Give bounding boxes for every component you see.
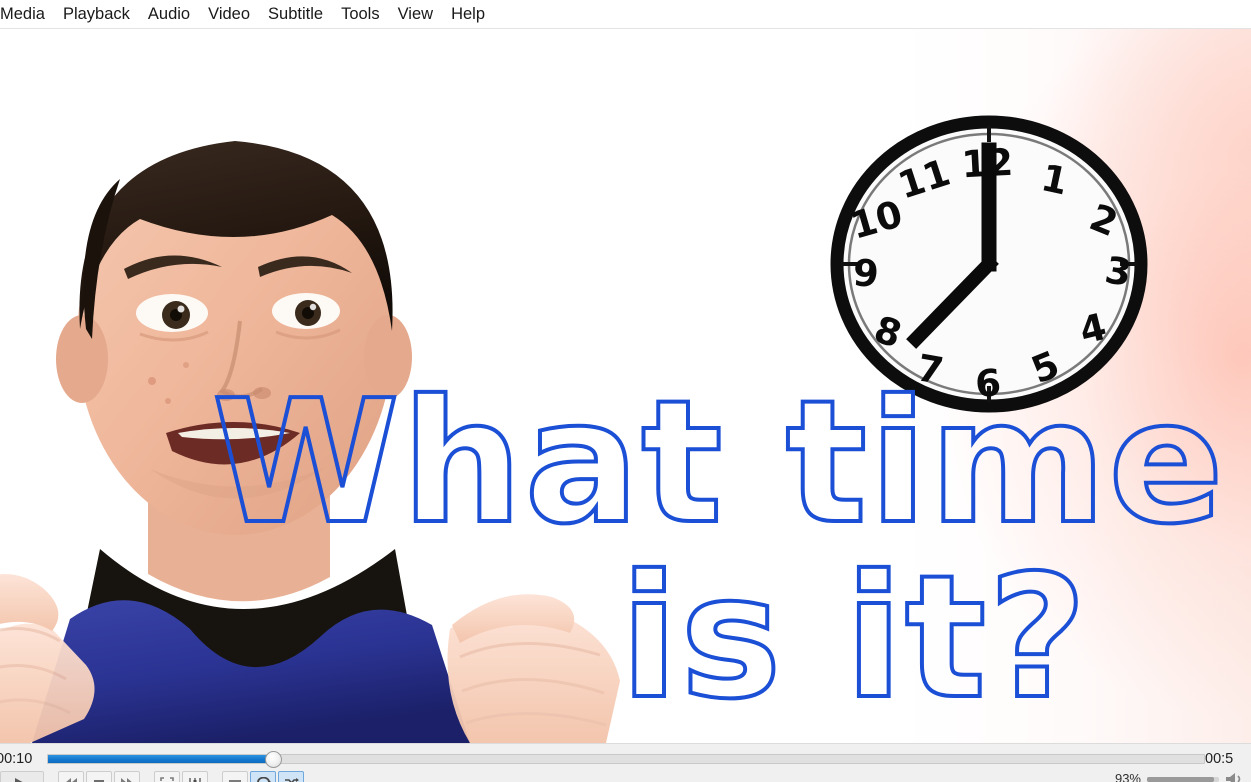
svg-text:9: 9 xyxy=(852,251,881,296)
seek-slider[interactable] xyxy=(47,750,1205,768)
speaker-icon[interactable] xyxy=(1225,771,1247,782)
wall-clock-graphic: 12 1 2 3 4 5 6 7 8 9 10 11 xyxy=(830,115,1148,413)
volume-percent-label: 93% xyxy=(1114,771,1141,782)
menu-item-subtitle[interactable]: Subtitle xyxy=(259,1,332,27)
next-icon xyxy=(121,778,132,782)
equalizer-icon xyxy=(189,778,201,782)
video-subject-person xyxy=(0,141,620,743)
stop-icon xyxy=(94,780,104,782)
menu-bar: Media Playback Audio Video Subtitle Tool… xyxy=(0,0,1251,29)
play-icon xyxy=(15,778,23,782)
menu-item-help[interactable]: Help xyxy=(442,1,494,27)
svg-text:6: 6 xyxy=(974,361,1003,406)
playlist-button[interactable] xyxy=(222,771,248,782)
elapsed-time-label[interactable]: 00:10 xyxy=(0,748,50,770)
player-control-bar: 00:10 00:5 93% xyxy=(0,743,1251,782)
video-display[interactable]: 12 1 2 3 4 5 6 7 8 9 10 11 What time is … xyxy=(0,29,1251,743)
seek-row: 00:10 00:5 xyxy=(0,748,1251,770)
menu-item-audio[interactable]: Audio xyxy=(139,1,199,27)
vlc-window: Media Playback Audio Video Subtitle Tool… xyxy=(0,0,1251,782)
volume-slider[interactable] xyxy=(1147,776,1219,782)
menu-item-tools[interactable]: Tools xyxy=(332,1,389,27)
random-button[interactable] xyxy=(278,771,304,782)
shuffle-icon xyxy=(284,778,299,782)
menu-item-view[interactable]: View xyxy=(389,1,442,27)
previous-button[interactable] xyxy=(58,771,84,782)
loop-icon xyxy=(256,777,271,782)
seek-progress-fill xyxy=(48,755,274,763)
play-pause-button[interactable] xyxy=(0,771,44,782)
fullscreen-button[interactable] xyxy=(154,771,180,782)
playlist-icon xyxy=(229,780,241,782)
extended-settings-button[interactable] xyxy=(182,771,208,782)
volume-controls: 93% xyxy=(1115,771,1247,782)
seek-slider-handle[interactable] xyxy=(265,750,283,768)
previous-icon xyxy=(66,778,77,782)
total-time-label[interactable]: 00:5 xyxy=(1205,748,1251,770)
volume-slider-fill xyxy=(1147,776,1214,782)
fullscreen-icon xyxy=(160,777,174,781)
menu-item-playback[interactable]: Playback xyxy=(54,1,139,27)
transport-buttons xyxy=(0,771,1251,782)
next-button[interactable] xyxy=(114,771,140,782)
loop-button[interactable] xyxy=(250,771,276,782)
stop-button[interactable] xyxy=(86,771,112,782)
menu-item-media[interactable]: Media xyxy=(0,1,54,27)
menu-item-video[interactable]: Video xyxy=(199,1,259,27)
